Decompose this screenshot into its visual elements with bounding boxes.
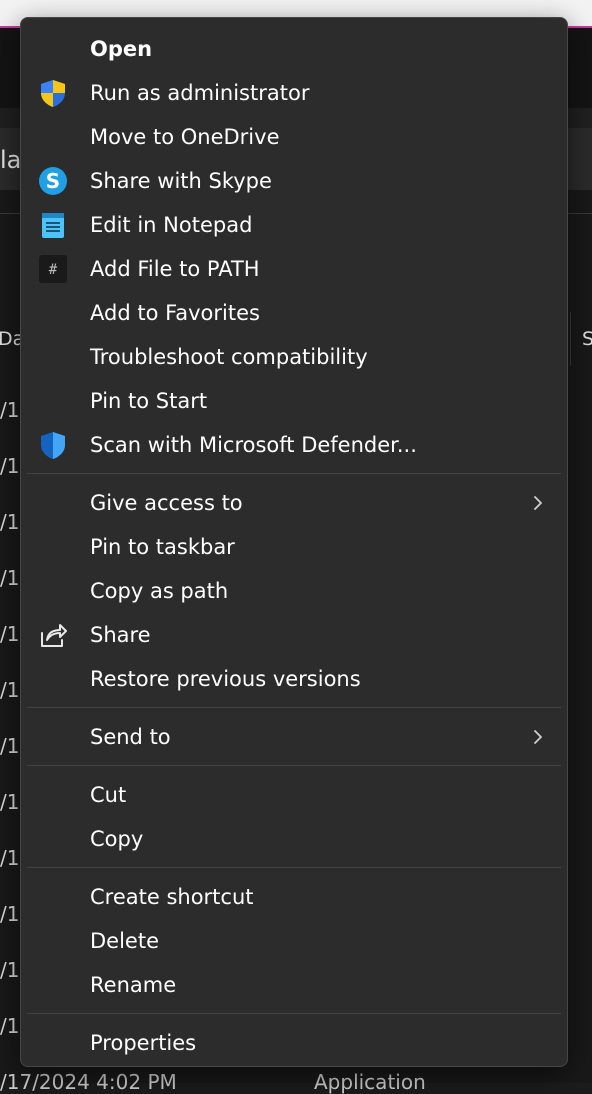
file-row-date-fragment: /1 — [0, 510, 20, 534]
menu-item-run-as-administrator[interactable]: Run as administrator — [21, 71, 567, 115]
skype-icon: S — [38, 166, 68, 196]
menu-item-label: Add to Favorites — [90, 301, 260, 325]
menu-item-label: Rename — [90, 973, 177, 997]
menu-item-label: Scan with Microsoft Defender... — [90, 433, 417, 457]
menu-item-label: Create shortcut — [90, 885, 254, 909]
menu-item-scan-with-microsoft-defender[interactable]: Scan with Microsoft Defender... — [21, 423, 567, 467]
chevron-right-icon — [529, 494, 547, 512]
column-divider[interactable] — [570, 312, 571, 366]
file-row-date-fragment: /1 — [0, 622, 20, 646]
menu-item-restore-previous-versions[interactable]: Restore previous versions — [21, 657, 567, 701]
menu-item-label: Restore previous versions — [90, 667, 361, 691]
column-header-size[interactable]: S — [582, 328, 592, 350]
menu-separator — [21, 701, 567, 715]
menu-item-label: Pin to Start — [90, 389, 208, 413]
menu-item-label: Run as administrator — [90, 81, 310, 105]
share-icon — [38, 620, 68, 650]
menu-item-label: Cut — [90, 783, 127, 807]
context-menu: Open Run as administrator Move to OneDriv… — [20, 17, 568, 1067]
file-row-date-fragment: /1 — [0, 790, 20, 814]
menu-item-copy[interactable]: Copy — [21, 817, 567, 861]
notepad-icon — [38, 210, 68, 240]
address-bar-text: la — [0, 146, 22, 174]
menu-item-label: Copy as path — [90, 579, 229, 603]
menu-item-add-to-favorites[interactable]: Add to Favorites — [21, 291, 567, 335]
file-row-date-fragment: /1 — [0, 454, 20, 478]
menu-item-open[interactable]: Open — [21, 27, 567, 71]
menu-item-troubleshoot-compatibility[interactable]: Troubleshoot compatibility — [21, 335, 567, 379]
menu-separator — [21, 861, 567, 875]
menu-item-label: Troubleshoot compatibility — [90, 345, 368, 369]
chevron-right-icon — [529, 728, 547, 746]
file-row-type: Application — [314, 1070, 426, 1094]
menu-separator — [21, 759, 567, 773]
file-row-date-fragment: /1 — [0, 566, 20, 590]
path-hash-icon: # — [38, 254, 68, 284]
file-row-date-fragment: /1 — [0, 1014, 20, 1038]
menu-item-pin-to-start[interactable]: Pin to Start — [21, 379, 567, 423]
menu-item-label: Edit in Notepad — [90, 213, 253, 237]
menu-item-add-file-to-path[interactable]: # Add File to PATH — [21, 247, 567, 291]
svg-text:S: S — [46, 169, 60, 193]
menu-item-label: Add File to PATH — [90, 257, 260, 281]
context-menu-list: Open Run as administrator Move to OneDriv… — [21, 27, 567, 1065]
file-row-date-fragment: /1 — [0, 734, 20, 758]
file-row-date-fragment: /1 — [0, 902, 20, 926]
file-row-date: /17/2024 4:02 PM — [0, 1070, 177, 1094]
menu-item-give-access-to[interactable]: Give access to — [21, 481, 567, 525]
menu-item-pin-to-taskbar[interactable]: Pin to taskbar — [21, 525, 567, 569]
menu-item-cut[interactable]: Cut — [21, 773, 567, 817]
menu-item-share[interactable]: Share — [21, 613, 567, 657]
menu-item-label: Pin to taskbar — [90, 535, 235, 559]
menu-item-properties[interactable]: Properties — [21, 1021, 567, 1065]
menu-item-label: Move to OneDrive — [90, 125, 280, 149]
menu-item-delete[interactable]: Delete — [21, 919, 567, 963]
defender-shield-icon — [38, 430, 68, 460]
menu-item-copy-as-path[interactable]: Copy as path — [21, 569, 567, 613]
file-row-date-fragment: /1 — [0, 398, 20, 422]
menu-separator — [21, 1007, 567, 1021]
uac-shield-icon — [38, 78, 68, 108]
file-row-date-fragment: /1 — [0, 678, 20, 702]
menu-item-send-to[interactable]: Send to — [21, 715, 567, 759]
menu-item-label: Share with Skype — [90, 169, 272, 193]
menu-item-move-to-onedrive[interactable]: Move to OneDrive — [21, 115, 567, 159]
menu-item-label: Send to — [90, 725, 171, 749]
menu-separator — [21, 467, 567, 481]
menu-item-label: Give access to — [90, 491, 243, 515]
file-row-date-fragment: /1 — [0, 846, 20, 870]
menu-item-share-with-skype[interactable]: S Share with Skype — [21, 159, 567, 203]
menu-item-label: Share — [90, 623, 151, 647]
file-row-date-fragment: /1 — [0, 958, 20, 982]
svg-text:#: # — [49, 262, 58, 278]
menu-item-label: Open — [90, 37, 153, 61]
menu-item-edit-in-notepad[interactable]: Edit in Notepad — [21, 203, 567, 247]
menu-item-label: Properties — [90, 1031, 197, 1055]
menu-item-label: Copy — [90, 827, 144, 851]
menu-item-label: Delete — [90, 929, 159, 953]
menu-item-create-shortcut[interactable]: Create shortcut — [21, 875, 567, 919]
menu-item-rename[interactable]: Rename — [21, 963, 567, 1007]
